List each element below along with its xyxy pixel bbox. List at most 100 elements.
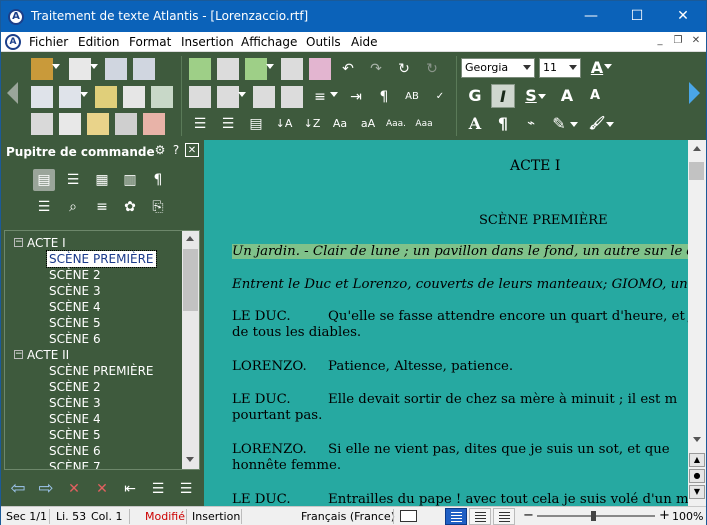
repeat-icon[interactable]: ↻ <box>393 58 415 80</box>
clipboard-pig-icon[interactable] <box>309 58 331 80</box>
menu-insertion[interactable]: Insertion <box>181 35 234 49</box>
search-icon[interactable]: ⌕ <box>62 196 84 218</box>
bold-button[interactable]: G <box>463 84 487 108</box>
delete-all-icon[interactable]: ✕ <box>91 478 113 500</box>
print-preview-icon[interactable] <box>31 113 53 135</box>
copy-icon[interactable] <box>189 86 211 108</box>
view-pages-icon[interactable]: ▦ <box>91 169 113 191</box>
view-outline-icon[interactable]: ▤ <box>33 169 55 191</box>
tree-scene-node[interactable]: SCÈNE PREMIÈRE <box>49 363 154 379</box>
page-view-button[interactable] <box>445 508 467 525</box>
tree-scene-node[interactable]: SCÈNE 2 <box>49 379 101 395</box>
tree-scene-node[interactable]: SCÈNE 4 <box>49 411 101 427</box>
paint-dropdown[interactable] <box>605 116 615 138</box>
toolbar-scroll-right-icon[interactable] <box>689 82 700 104</box>
list-icon[interactable]: ☰ <box>189 113 211 135</box>
clipboard-icon[interactable] <box>253 86 275 108</box>
copy-file-icon[interactable] <box>105 58 127 80</box>
zoom-out-button[interactable]: − <box>523 508 534 523</box>
paragraph-icon[interactable]: ¶ <box>373 86 395 108</box>
gear-icon[interactable]: ⚙ <box>153 143 167 157</box>
document-outline-tree[interactable]: − ACTE I SCÈNE PREMIÈRE SCÈNE 2 SCÈNE 3 SCÈNE… <box>4 230 200 470</box>
close-icon[interactable]: ✕ <box>185 143 199 157</box>
arrow-right-icon[interactable]: ⇨ <box>35 478 57 500</box>
font-name-select[interactable]: Georgia <box>461 58 535 78</box>
tree-act-node[interactable]: ACTE I <box>27 235 66 251</box>
close-button[interactable]: ✕ <box>660 1 706 32</box>
outdent-icon[interactable]: ⇤ <box>119 478 141 500</box>
tree-scene-node[interactable]: SCÈNE 4 <box>49 299 101 315</box>
scrollbar-thumb[interactable] <box>689 162 704 180</box>
paste-special-icon[interactable] <box>245 58 274 80</box>
help-icon[interactable]: ? <box>169 143 183 157</box>
tree-scene-node[interactable]: SCÈNE 6 <box>49 443 101 459</box>
new-document-icon[interactable] <box>69 58 98 80</box>
numbered-list-icon[interactable]: ☰ <box>217 113 239 135</box>
redo-icon[interactable]: ↷ <box>365 58 387 80</box>
save-as-icon[interactable] <box>59 86 88 108</box>
italic-button[interactable]: I <box>491 84 515 108</box>
spelling-icon[interactable]: ✓ <box>429 86 451 108</box>
font-color-dropdown[interactable] <box>603 58 613 80</box>
paste-icon[interactable] <box>217 86 246 108</box>
open-recent-icon[interactable] <box>123 86 145 108</box>
save-icon[interactable] <box>31 86 53 108</box>
case-toggle-icon[interactable]: Aaa <box>413 113 435 135</box>
scroll-up-icon[interactable] <box>186 236 194 241</box>
highlight-dropdown[interactable] <box>569 116 579 138</box>
list-view-icon[interactable]: ☰ <box>33 196 55 218</box>
tree-expander-icon[interactable]: − <box>14 350 23 359</box>
zoom-slider[interactable] <box>537 511 655 521</box>
repeat-disabled-icon[interactable]: ↻ <box>421 58 443 80</box>
outline-scrollbar[interactable] <box>182 231 199 469</box>
sort-za-icon[interactable]: ↓Z <box>301 113 323 135</box>
tree-scene-node[interactable]: SCÈNE 6 <box>49 331 101 347</box>
zoom-slider-thumb[interactable] <box>591 511 596 521</box>
app-icon[interactable]: A <box>8 9 24 25</box>
page-setup-icon[interactable] <box>59 113 81 135</box>
case-aa-icon[interactable]: Aa <box>329 113 351 135</box>
scroll-up-icon[interactable] <box>693 146 701 151</box>
tree-expander-icon[interactable]: − <box>14 238 23 247</box>
tree-scene-node[interactable]: SCÈNE 5 <box>49 427 101 443</box>
case-aA-icon[interactable]: aA <box>357 113 379 135</box>
text-box-icon[interactable]: ▤ <box>245 113 267 135</box>
mdi-close-button[interactable]: ✕ <box>689 35 703 48</box>
tree-scene-node[interactable]: SCÈNE 2 <box>49 267 101 283</box>
toolbar-scroll-left-icon[interactable] <box>7 82 18 104</box>
highlighter-icon[interactable]: ✎ <box>547 112 571 136</box>
normal-view-button[interactable] <box>469 508 491 525</box>
indent-icon[interactable]: ⇥ <box>345 86 367 108</box>
view-styles-icon[interactable]: ¶ <box>147 169 169 191</box>
clear-formatting-button[interactable]: ¶ <box>491 112 515 136</box>
zoom-in-button[interactable]: + <box>659 508 670 523</box>
tree-scene-node[interactable]: SCÈNE 7 <box>49 459 101 469</box>
shrink-font-button[interactable]: A <box>583 84 607 108</box>
minimize-button[interactable]: — <box>568 1 614 32</box>
align-icon[interactable]: ≡ <box>309 86 338 108</box>
delete-item-icon[interactable]: ✕ <box>63 478 85 500</box>
status-language[interactable]: Français (France) <box>301 510 395 523</box>
refresh-file-icon[interactable] <box>151 86 173 108</box>
collapse-all-icon[interactable]: ☰ <box>175 478 197 500</box>
undo-icon[interactable]: ↶ <box>337 58 359 80</box>
menu-edition[interactable]: Edition <box>78 35 120 49</box>
tree-scene-node[interactable]: SCÈNE 3 <box>49 283 101 299</box>
view-bookmarks-icon[interactable]: ☰ <box>62 169 84 191</box>
case-small-icon[interactable]: Aaa. <box>385 113 407 135</box>
scrollbar-thumb[interactable] <box>183 249 198 311</box>
tree-scene-node[interactable]: SCÈNE PREMIÈRE <box>46 250 157 268</box>
maximize-button[interactable]: ☐ <box>614 1 660 32</box>
grow-font-button[interactable]: A <box>555 84 579 108</box>
tree-scene-node[interactable]: SCÈNE 3 <box>49 395 101 411</box>
expand-all-icon[interactable]: ☰ <box>147 478 169 500</box>
sort-az-icon[interactable]: ↓A <box>273 113 295 135</box>
lines-icon[interactable]: ≡ <box>91 196 113 218</box>
underline-dropdown[interactable] <box>537 88 547 110</box>
previous-page-icon[interactable]: ▲ <box>689 453 705 467</box>
keyboard-icon[interactable] <box>400 510 417 522</box>
scroll-down-icon[interactable] <box>693 437 701 442</box>
menu-aide[interactable]: Aide <box>351 35 378 49</box>
font-size-select[interactable]: 11 <box>539 58 581 78</box>
cut-icon[interactable] <box>189 58 211 80</box>
